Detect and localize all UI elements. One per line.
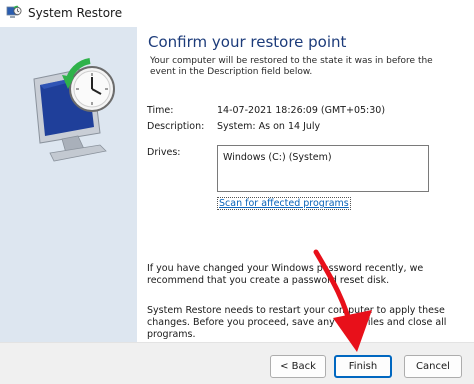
list-item[interactable]: Windows (C:) (System) bbox=[223, 152, 332, 163]
time-value: 14-07-2021 18:26:09 (GMT+05:30) bbox=[217, 105, 386, 116]
system-restore-window: System Restore Confirm your restore poin… bbox=[0, 0, 474, 384]
password-note: If you have changed your Windows passwor… bbox=[147, 263, 424, 286]
back-button[interactable]: < Back bbox=[270, 355, 326, 378]
content-area: Confirm your restore point Your computer… bbox=[137, 27, 474, 342]
button-bar: < Back Finish Cancel bbox=[0, 342, 474, 384]
window-title: System Restore bbox=[28, 6, 123, 20]
restart-note: System Restore needs to restart your com… bbox=[147, 305, 447, 340]
cancel-button[interactable]: Cancel bbox=[404, 355, 462, 378]
drives-list[interactable]: Windows (C:) (System) bbox=[217, 145, 429, 192]
description-label: Description: bbox=[147, 121, 205, 132]
system-restore-icon bbox=[6, 5, 22, 18]
system-restore-illustration bbox=[33, 58, 115, 162]
page-description: Your computer will be restored to the st… bbox=[150, 56, 433, 77]
page-title: Confirm your restore point bbox=[148, 33, 347, 51]
left-panel bbox=[0, 27, 137, 342]
scan-affected-programs-link[interactable]: Scan for affected programs bbox=[217, 197, 351, 210]
time-label: Time: bbox=[147, 105, 174, 116]
title-bar: System Restore bbox=[0, 0, 474, 27]
description-value: System: As on 14 July bbox=[217, 121, 321, 132]
drives-label: Drives: bbox=[147, 147, 181, 158]
finish-button[interactable]: Finish bbox=[334, 355, 392, 378]
